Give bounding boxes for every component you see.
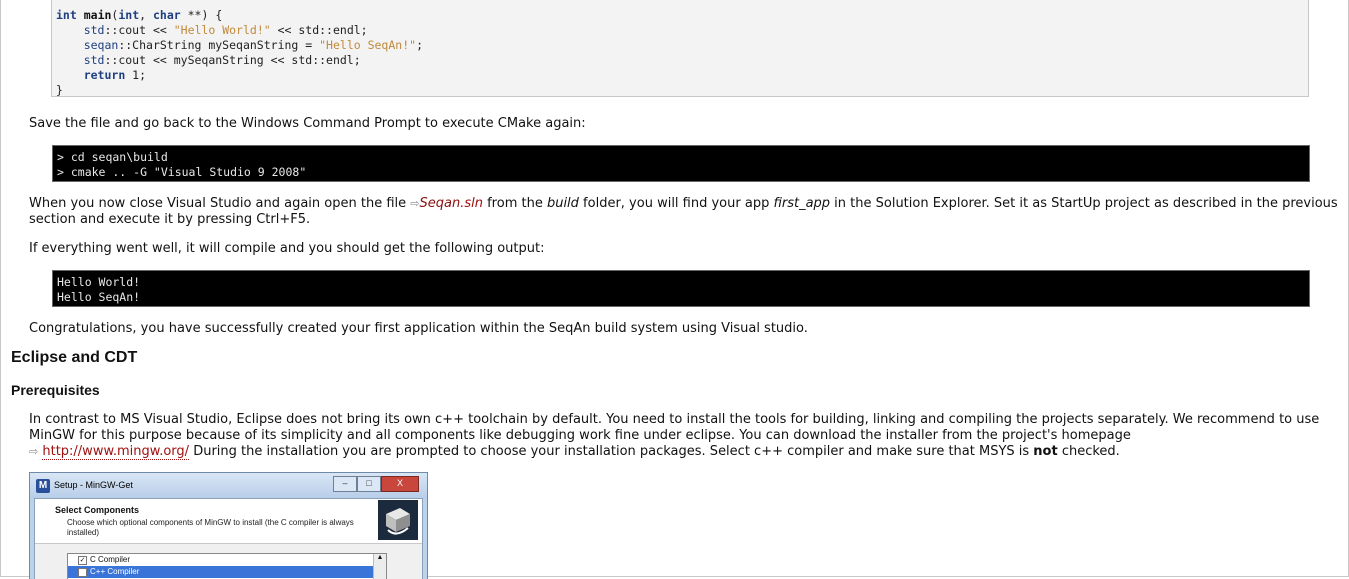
code-keyword: return [83, 68, 126, 82]
maximize-icon: □ [357, 476, 381, 492]
dialog-heading: Select Components [55, 505, 140, 515]
paragraph-contrast: In contrast to MS Visual Studio, Eclipse… [29, 412, 1339, 460]
terminal-cmake: > cd seqan\build > cmake .. -G "Visual S… [52, 145, 1310, 182]
text: When you now close Visual Studio and aga… [29, 196, 411, 211]
dialog-title: Setup - MinGW-Get [54, 480, 133, 490]
paragraph-when: When you now close Visual Studio and aga… [29, 196, 1339, 228]
text: checked. [1057, 444, 1120, 459]
code-keyword: int [118, 8, 140, 22]
text: folder, you will find your app [578, 196, 774, 211]
link-text: Seqan [419, 196, 461, 211]
code-namespace: seqan [83, 38, 119, 52]
external-link-icon: ⇨ [29, 445, 39, 458]
list-item: ✓ C Compiler [68, 554, 386, 566]
installer-box-svg [386, 508, 410, 535]
heading-eclipse: Eclipse and CDT [11, 349, 138, 366]
code-function: main [83, 8, 112, 22]
text: During the installation you are prompted… [189, 444, 1034, 459]
paragraph-save: Save the file and go back to the Windows… [29, 116, 586, 131]
terminal-line: > cmake .. -G "Visual Studio 9 2008" [57, 165, 307, 179]
code-text: **) { [180, 8, 223, 22]
dialog-body: Select Components Choose which optional … [34, 498, 423, 579]
code-keyword: char [153, 8, 181, 22]
paragraph-congrats: Congratulations, you have successfully c… [29, 321, 808, 336]
list-item-label: C Compiler [90, 555, 131, 564]
mingw-logo-icon: M [36, 479, 50, 493]
mingw-setup-screenshot: M Setup - MinGW-Get – □ X Select Compone… [29, 472, 428, 579]
code-block-cpp: int main(int, char **) { std::cout << "H… [51, 0, 1309, 97]
text: In contrast to MS Visual Studio, Eclipse… [29, 412, 1320, 443]
dialog-subtitle: Choose which optional components of MinG… [67, 518, 354, 537]
close-icon: X [381, 476, 419, 492]
code-text: } [56, 83, 63, 97]
list-item-label: C++ Compiler [90, 567, 140, 576]
terminal-line: > cd seqan\build [57, 150, 168, 164]
code-text: ::cout << [104, 23, 174, 37]
heading-prerequisites: Prerequisites [11, 382, 100, 398]
code-text: << std::endl; [270, 23, 368, 37]
code-keyword: int [56, 8, 77, 22]
minimize-icon: – [333, 476, 357, 492]
list-item: ✓ C++ Compiler [68, 566, 386, 578]
code-string: "Hello World!" [173, 23, 271, 37]
code-text: ; [416, 38, 423, 52]
code-text: , [139, 8, 153, 22]
seqan-sln-link[interactable]: Seqan.sln [419, 196, 482, 211]
checkbox-icon: ✓ [78, 568, 87, 577]
code-text: ::cout << mySeqanString << std::endl; [104, 53, 361, 67]
mingw-link[interactable]: http://www.mingw.org/ [42, 444, 190, 460]
terminal-line: Hello SeqAn! [57, 290, 141, 304]
code-text: ::CharString mySeqanString = [118, 38, 320, 52]
code-text: 1; [125, 68, 147, 82]
checkbox-icon: ✓ [78, 556, 87, 565]
code-namespace: std [83, 53, 105, 67]
dialog-header: Select Components Choose which optional … [35, 499, 422, 544]
bold-text: not [1033, 444, 1058, 459]
code-string: "Hello SeqAn!" [319, 38, 417, 52]
link-extension: .sln [460, 196, 483, 211]
terminal-output: Hello World! Hello SeqAn! [52, 270, 1310, 307]
text: from the [482, 196, 547, 211]
paragraph-if: If everything went well, it will compile… [29, 241, 545, 256]
installer-box-icon [378, 500, 418, 540]
terminal-line: Hello World! [57, 275, 141, 289]
emphasis: build [546, 196, 579, 211]
code-namespace: std [83, 23, 105, 37]
dialog-titlebar: M Setup - MinGW-Get – □ X [30, 473, 427, 499]
window-controls: – □ X [333, 476, 419, 492]
scroll-up-icon: ▲ [373, 554, 386, 579]
emphasis: first_app [773, 196, 831, 211]
components-list: ✓ C Compiler ✓ C++ Compiler ▲ [67, 553, 387, 579]
